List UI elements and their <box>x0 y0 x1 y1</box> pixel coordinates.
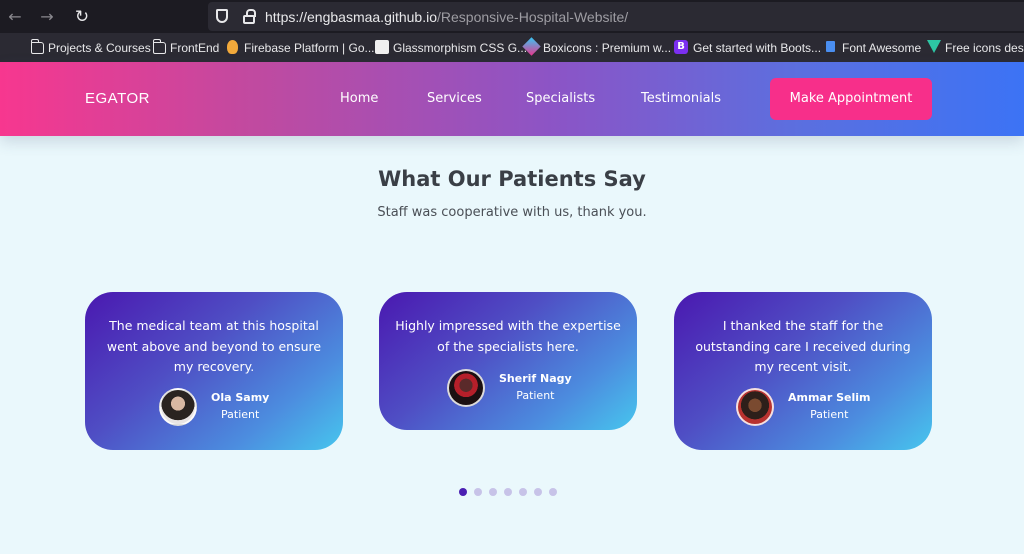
bookmark-boxicons[interactable]: Boxicons : Premium w... <box>543 41 671 55</box>
carousel-dot[interactable] <box>519 488 527 496</box>
author-role: Patient <box>221 408 260 421</box>
nav-link-services[interactable]: Services <box>427 91 482 106</box>
testimonial-quote: The medical team at this hospital went a… <box>106 318 322 374</box>
forward-arrow-icon[interactable]: → <box>37 7 57 27</box>
author-name: Ola Samy <box>211 391 270 404</box>
testimonial-author: Ammar Selim Patient <box>736 388 871 426</box>
url-text[interactable]: https://engbasmaa.github.io/Responsive-H… <box>265 9 628 25</box>
bookmark-font-awesome[interactable]: Font Awesome <box>842 41 921 55</box>
carousel-pagination <box>459 488 557 496</box>
nav-link-testimonials[interactable]: Testimonials <box>641 91 721 106</box>
avatar <box>447 369 485 407</box>
testimonial-author: Sherif Nagy Patient <box>447 369 572 407</box>
author-role: Patient <box>810 408 849 421</box>
bookmark-firebase[interactable]: Firebase Platform | Go... <box>244 41 375 55</box>
url-path: /Responsive-Hospital-Website/ <box>437 9 629 25</box>
testimonial-quote: Highly impressed with the expertise of t… <box>395 318 621 354</box>
bookmark-bootstrap[interactable]: Get started with Boots... <box>693 41 821 55</box>
back-arrow-icon[interactable]: ← <box>5 7 25 27</box>
bookmark-free-icons[interactable]: Free icons desig <box>945 41 1024 55</box>
author-name: Ammar Selim <box>788 391 871 404</box>
carousel-dot[interactable] <box>534 488 542 496</box>
testimonial-quote: I thanked the staff for the outstanding … <box>695 318 911 374</box>
testimonial-card: The medical team at this hospital went a… <box>85 292 343 450</box>
glassmorphism-icon <box>375 40 389 54</box>
site-navbar: EGATOR Home Services Specialists Testimo… <box>0 62 1024 136</box>
author-name: Sherif Nagy <box>499 372 572 385</box>
testimonial-author: Ola Samy Patient <box>159 388 269 426</box>
reload-icon[interactable]: ↻ <box>72 7 92 27</box>
testimonial-card: Highly impressed with the expertise of t… <box>379 292 637 430</box>
carousel-dot[interactable] <box>489 488 497 496</box>
bookmark-projects-courses[interactable]: Projects & Courses <box>48 41 151 55</box>
firebase-icon <box>227 40 238 54</box>
section-subtitle: Staff was cooperative with us, thank you… <box>377 205 647 220</box>
section-title: What Our Patients Say <box>378 167 646 191</box>
free-icons-icon <box>927 40 941 53</box>
folder-icon <box>152 39 166 54</box>
carousel-dot[interactable] <box>504 488 512 496</box>
bootstrap-icon: B <box>674 40 688 54</box>
avatar <box>736 388 774 426</box>
site-logo[interactable]: EGATOR <box>85 90 150 107</box>
lock-icon[interactable] <box>243 9 256 24</box>
nav-link-home[interactable]: Home <box>340 91 378 106</box>
bookmark-frontend[interactable]: FrontEnd <box>170 41 219 55</box>
author-role: Patient <box>516 389 555 402</box>
folder-icon <box>30 39 44 54</box>
carousel-dot[interactable] <box>549 488 557 496</box>
nav-link-specialists[interactable]: Specialists <box>526 91 595 106</box>
testimonial-card: I thanked the staff for the outstanding … <box>674 292 932 450</box>
browser-toolbar: ← → ↻ https://engbasmaa.github.io/Respon… <box>0 0 1024 33</box>
shield-icon[interactable] <box>216 9 228 23</box>
make-appointment-button[interactable]: Make Appointment <box>770 78 932 120</box>
font-awesome-flag-icon <box>826 41 835 52</box>
url-host: https://engbasmaa.github.io <box>265 9 438 25</box>
carousel-dot[interactable] <box>474 488 482 496</box>
bookmarks-bar: Projects & Courses FrontEnd Firebase Pla… <box>0 33 1024 62</box>
avatar <box>159 388 197 426</box>
carousel-dot[interactable] <box>459 488 467 496</box>
bookmark-glassmorphism[interactable]: Glassmorphism CSS G... <box>393 41 527 55</box>
